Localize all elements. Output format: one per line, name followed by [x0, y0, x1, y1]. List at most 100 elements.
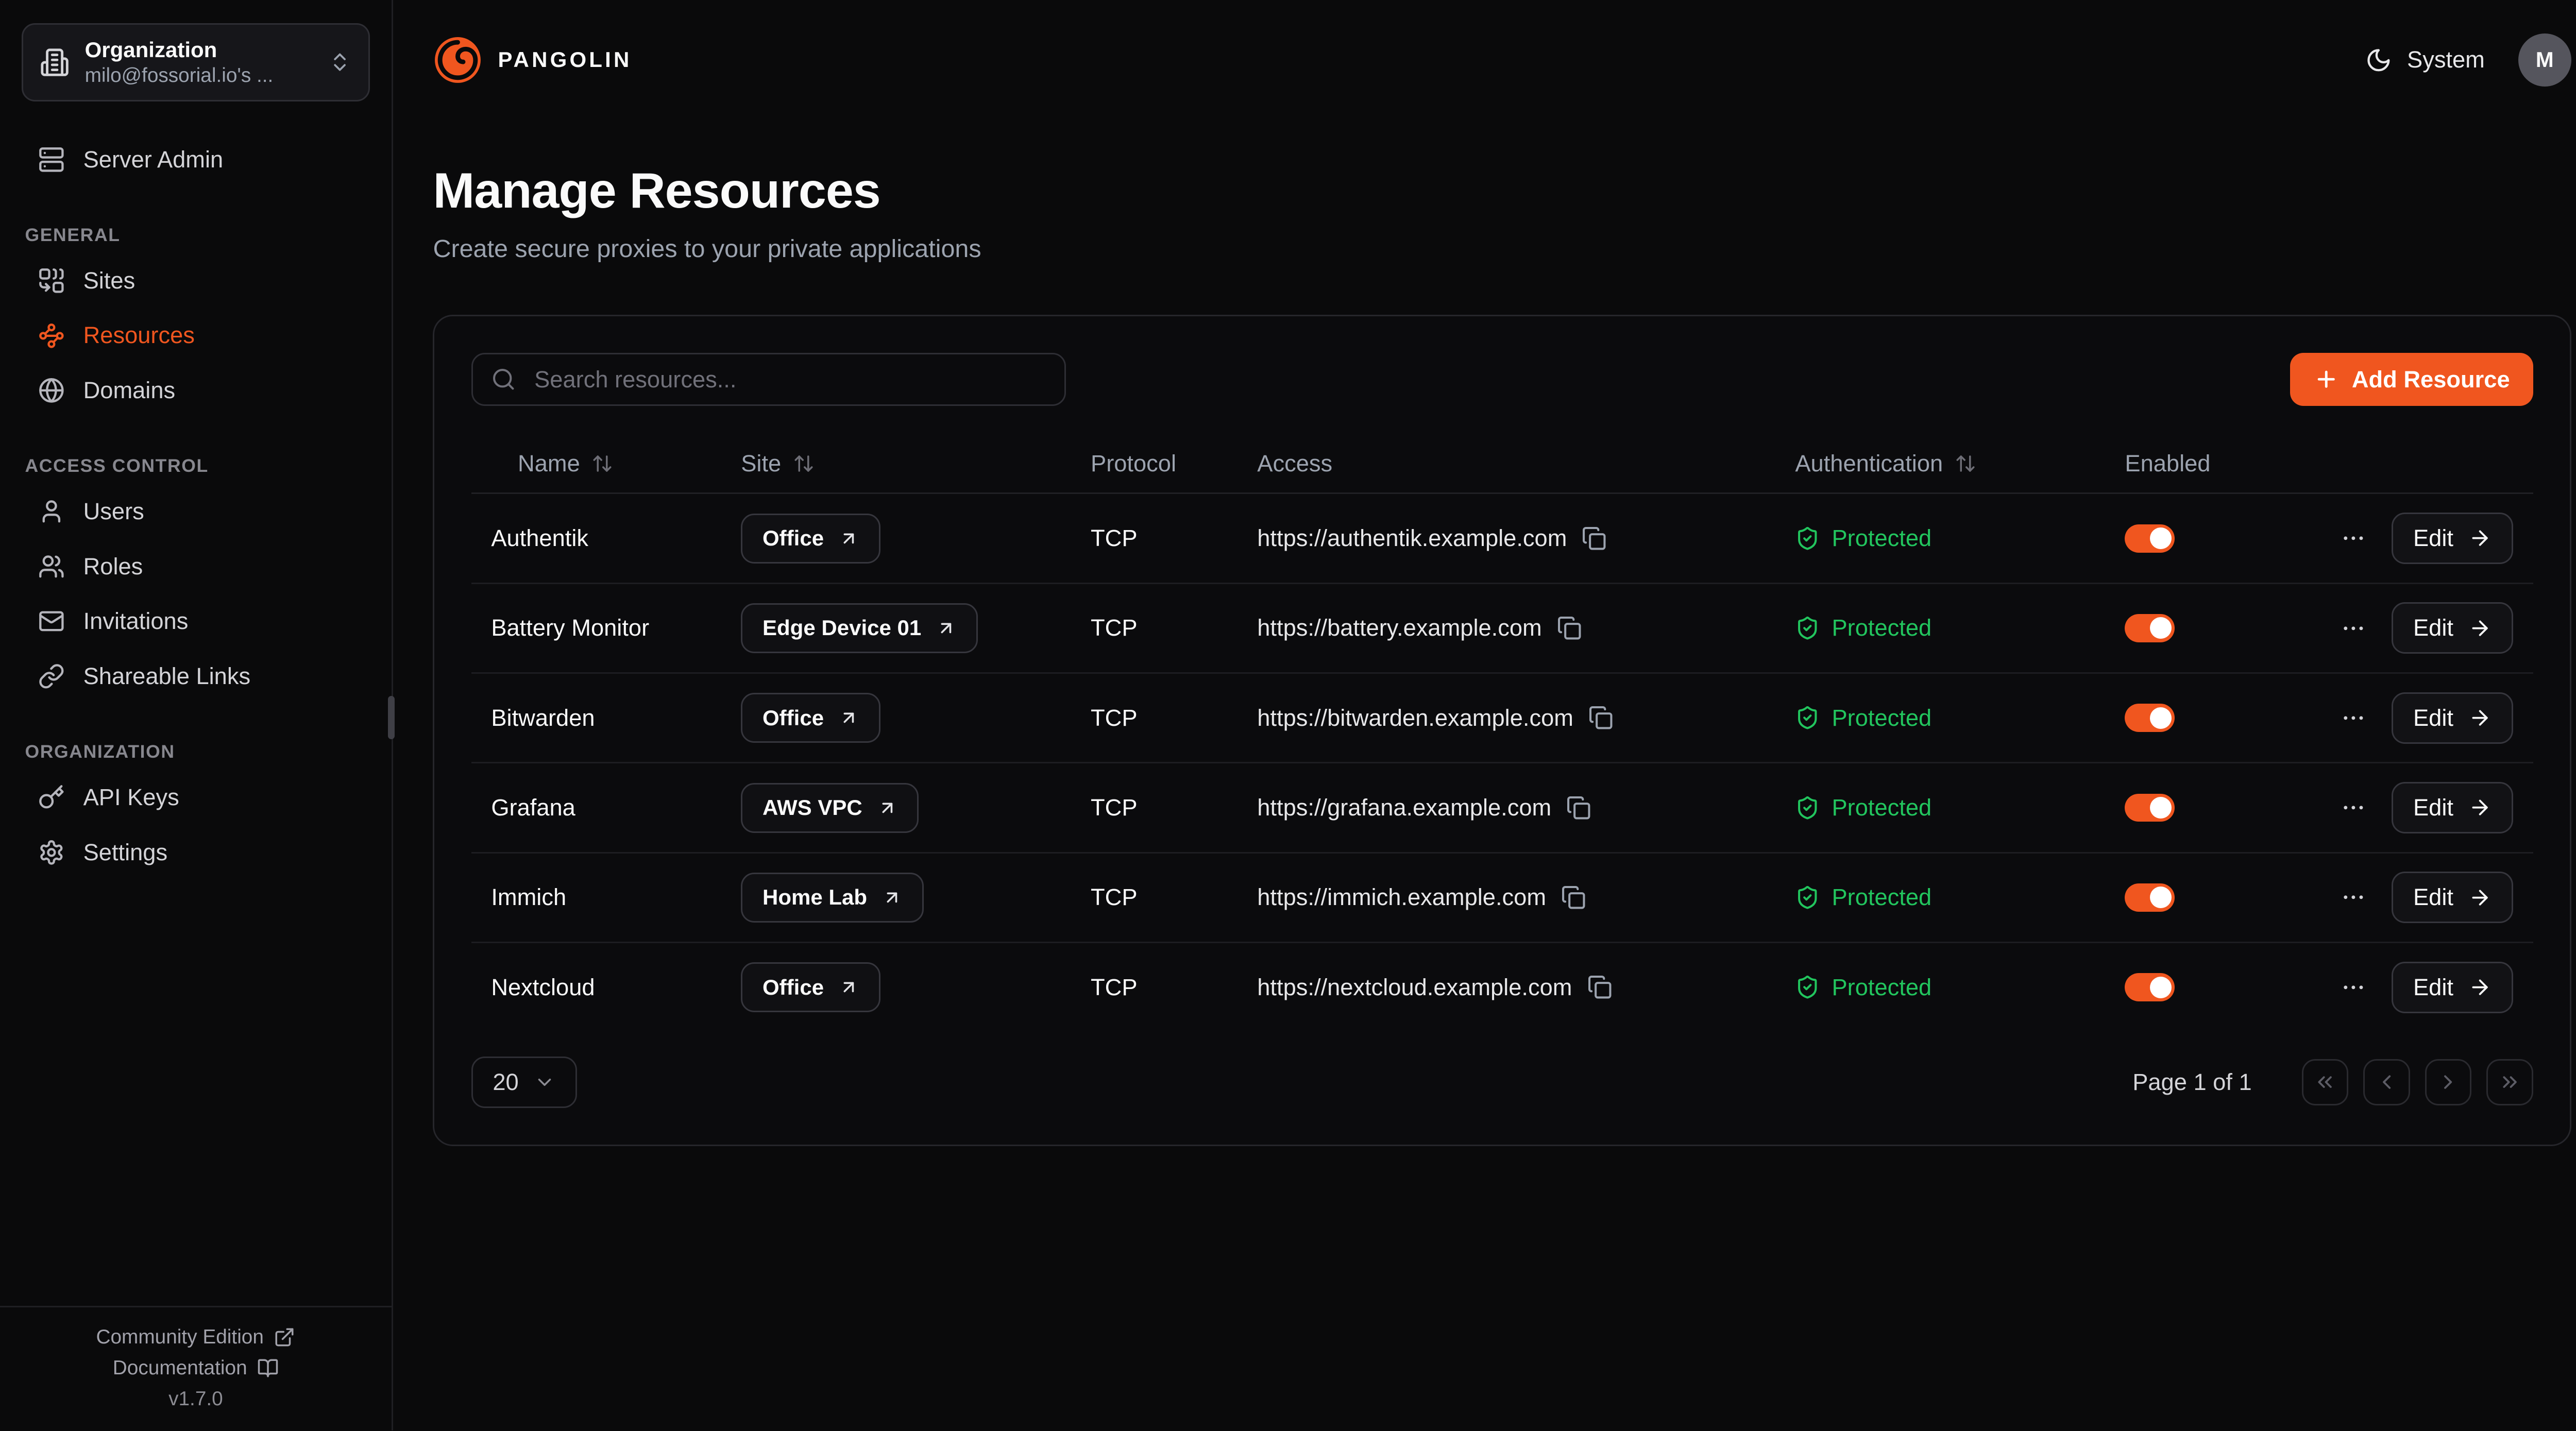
sidebar-item-label: Users [83, 498, 144, 525]
edit-button[interactable]: Edit [2392, 872, 2513, 923]
sort-icon[interactable] [793, 453, 815, 474]
copy-button[interactable] [1566, 795, 1591, 820]
sort-icon[interactable] [591, 453, 613, 474]
sidebar-item-shareable-links[interactable]: Shareable Links [22, 652, 370, 702]
enabled-toggle[interactable] [2125, 524, 2175, 553]
shield-check-icon [1795, 975, 1820, 999]
sidebar-item-label: Invitations [83, 608, 189, 635]
top-right: System M [2365, 33, 2571, 87]
enabled-toggle[interactable] [2125, 794, 2175, 822]
access-url: https://grafana.example.com [1257, 794, 1551, 821]
resource-protocol: TCP [1071, 705, 1237, 731]
sidebar-item-label: Roles [83, 553, 143, 580]
copy-icon [1561, 885, 1586, 910]
chevron-left-icon [2375, 1070, 2398, 1094]
sort-icon[interactable] [1955, 453, 1976, 474]
row-menu-button[interactable] [2337, 705, 2370, 731]
site-link-button[interactable]: Office [741, 962, 880, 1012]
row-menu-button[interactable] [2337, 974, 2370, 1001]
copy-button[interactable] [1587, 975, 1612, 999]
shield-check-icon [1795, 885, 1820, 910]
first-page-button[interactable] [2302, 1059, 2349, 1106]
enabled-toggle[interactable] [2125, 704, 2175, 732]
globe-icon [38, 377, 65, 404]
sidebar-item-label: Domains [83, 377, 176, 404]
edit-button[interactable]: Edit [2392, 962, 2513, 1013]
enabled-toggle[interactable] [2125, 973, 2175, 1001]
copy-button[interactable] [1557, 616, 1582, 640]
sidebar-item-server-admin[interactable]: Server Admin [22, 134, 370, 184]
sidebar-item-label: Settings [83, 839, 168, 866]
sidebar-item-label: Server Admin [83, 146, 224, 173]
row-menu-button[interactable] [2337, 884, 2370, 911]
enabled-toggle[interactable] [2125, 883, 2175, 912]
search-input[interactable] [531, 364, 1046, 394]
search-box [471, 353, 1066, 406]
sidebar-item-domains[interactable]: Domains [22, 366, 370, 416]
sidebar-item-api-keys[interactable]: API Keys [22, 772, 370, 822]
link-icon [38, 663, 65, 690]
access-url: https://authentik.example.com [1257, 525, 1567, 552]
site-link-button[interactable]: Home Lab [741, 873, 924, 923]
row-menu-button[interactable] [2337, 525, 2370, 552]
sidebar-item-invitations[interactable]: Invitations [22, 597, 370, 646]
community-edition-link[interactable]: Community Edition [96, 1326, 295, 1349]
site-link-button[interactable]: Office [741, 514, 880, 564]
avatar[interactable]: M [2518, 33, 2571, 87]
last-page-button[interactable] [2486, 1059, 2533, 1106]
sidebar-item-roles[interactable]: Roles [22, 541, 370, 591]
edit-button[interactable]: Edit [2392, 782, 2513, 833]
page-subtitle: Create secure proxies to your private ap… [433, 234, 2571, 263]
edit-button[interactable]: Edit [2392, 513, 2513, 564]
copy-button[interactable] [1582, 526, 1606, 551]
resources-icon [38, 322, 65, 349]
shield-check-icon [1795, 705, 1820, 730]
theme-selector[interactable]: System [2365, 46, 2485, 73]
next-page-button[interactable] [2425, 1059, 2472, 1106]
table-footer: 20 Page 1 of 1 [471, 1057, 2533, 1108]
copy-button[interactable] [1561, 885, 1586, 910]
arrow-up-right-icon [936, 618, 956, 638]
access-url: https://battery.example.com [1257, 615, 1541, 641]
access-url: https://nextcloud.example.com [1257, 974, 1572, 1001]
gear-icon [38, 839, 65, 866]
edit-button[interactable]: Edit [2392, 602, 2513, 654]
brand-name: PANGOLIN [498, 47, 632, 72]
user-icon [38, 498, 65, 525]
app-root: Organization milo@fossorial.io's ... Ser… [0, 0, 2576, 1430]
theme-label: System [2407, 46, 2485, 73]
users-icon [38, 553, 65, 580]
row-menu-button[interactable] [2337, 794, 2370, 821]
copy-button[interactable] [1588, 705, 1613, 730]
table-row: Authentik Office TCP https://authentik.e… [471, 494, 2533, 584]
sidebar-nav: Organization milo@fossorial.io's ... Ser… [0, 0, 392, 1306]
site-link-button[interactable]: Edge Device 01 [741, 603, 978, 653]
prev-page-button[interactable] [2363, 1059, 2410, 1106]
shield-check-icon [1795, 526, 1820, 551]
sidebar-item-resources[interactable]: Resources [22, 311, 370, 361]
chevron-down-icon [534, 1071, 555, 1093]
ellipsis-icon [2340, 884, 2367, 911]
main-content: PANGOLIN System M Manage Resources Creat… [393, 0, 2576, 1430]
resource-name: Nextcloud [471, 974, 721, 1001]
sidebar-item-label: API Keys [83, 784, 179, 811]
sidebar-item-sites[interactable]: Sites [22, 255, 370, 305]
page-size-select[interactable]: 20 [471, 1057, 577, 1108]
row-menu-button[interactable] [2337, 615, 2370, 642]
arrow-up-right-icon [877, 798, 897, 818]
documentation-link[interactable]: Documentation [113, 1357, 279, 1379]
section-heading-general: GENERAL [25, 225, 366, 246]
sidebar-resize-handle[interactable] [388, 696, 395, 739]
org-subtitle: milo@fossorial.io's ... [85, 63, 314, 88]
resource-protocol: TCP [1071, 615, 1237, 641]
sidebar-item-users[interactable]: Users [22, 487, 370, 537]
edit-button[interactable]: Edit [2392, 692, 2513, 744]
org-picker[interactable]: Organization milo@fossorial.io's ... [22, 23, 370, 101]
site-link-button[interactable]: AWS VPC [741, 783, 919, 833]
enabled-toggle[interactable] [2125, 614, 2175, 642]
add-resource-button[interactable]: Add Resource [2290, 353, 2533, 406]
site-link-button[interactable]: Office [741, 693, 880, 743]
auth-status-badge: Protected [1795, 794, 1931, 821]
chevrons-right-icon [2498, 1070, 2521, 1094]
sidebar-item-settings[interactable]: Settings [22, 827, 370, 877]
